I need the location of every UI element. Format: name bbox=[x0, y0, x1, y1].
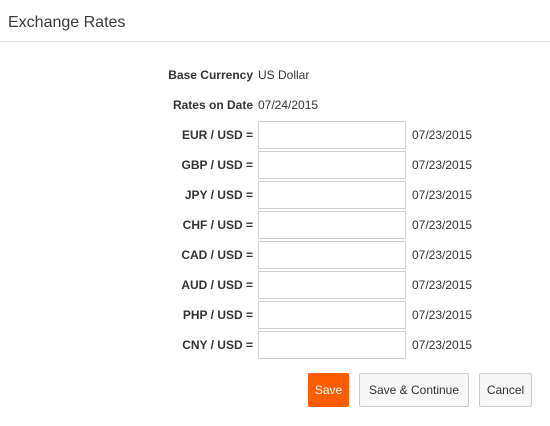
rate-row-jpy: JPY / USD = 07/23/2015 bbox=[0, 180, 550, 210]
rate-input-eur[interactable] bbox=[258, 121, 406, 149]
rate-input-cny[interactable] bbox=[258, 331, 406, 359]
rate-date-cad: 07/23/2015 bbox=[412, 248, 473, 262]
rate-label-cny: CNY / USD = bbox=[182, 338, 253, 352]
rate-input-cad[interactable] bbox=[258, 241, 406, 269]
rates-on-date-value: 07/24/2015 bbox=[258, 98, 319, 112]
rate-input-jpy[interactable] bbox=[258, 181, 406, 209]
rate-label-cad: CAD / USD = bbox=[181, 248, 253, 262]
rate-label-jpy: JPY / USD = bbox=[184, 188, 253, 202]
rate-date-cny: 07/23/2015 bbox=[412, 338, 473, 352]
rate-input-aud[interactable] bbox=[258, 271, 406, 299]
save-button[interactable]: Save bbox=[308, 373, 349, 407]
rate-input-chf[interactable] bbox=[258, 211, 406, 239]
rate-date-jpy: 07/23/2015 bbox=[412, 188, 473, 202]
rate-date-php: 07/23/2015 bbox=[412, 308, 473, 322]
rate-date-eur: 07/23/2015 bbox=[412, 128, 473, 142]
rate-label-eur: EUR / USD = bbox=[181, 128, 253, 142]
base-currency-value: US Dollar bbox=[258, 68, 310, 82]
save-and-continue-button[interactable]: Save & Continue bbox=[359, 373, 469, 407]
rate-date-gbp: 07/23/2015 bbox=[412, 158, 473, 172]
cancel-button[interactable]: Cancel bbox=[479, 373, 532, 407]
rate-row-cny: CNY / USD = 07/23/2015 bbox=[0, 330, 550, 360]
rate-row-eur: EUR / USD = 07/23/2015 bbox=[0, 120, 550, 150]
title-divider bbox=[0, 41, 550, 42]
rate-date-aud: 07/23/2015 bbox=[412, 278, 473, 292]
rate-row-aud: AUD / USD = 07/23/2015 bbox=[0, 270, 550, 300]
rates-on-date-row: Rates on Date 07/24/2015 bbox=[0, 90, 550, 120]
rate-input-gbp[interactable] bbox=[258, 151, 406, 179]
page-title: Exchange Rates bbox=[8, 14, 126, 31]
rates-on-date-label: Rates on Date bbox=[172, 98, 253, 112]
rate-row-cad: CAD / USD = 07/23/2015 bbox=[0, 240, 550, 270]
rate-date-chf: 07/23/2015 bbox=[412, 218, 473, 232]
base-currency-row: Base Currency US Dollar bbox=[0, 60, 550, 90]
base-currency-label: Base Currency bbox=[168, 68, 253, 82]
rate-label-gbp: GBP / USD = bbox=[181, 158, 253, 172]
rate-row-chf: CHF / USD = 07/23/2015 bbox=[0, 210, 550, 240]
rate-input-php[interactable] bbox=[258, 301, 406, 329]
rate-label-chf: CHF / USD = bbox=[182, 218, 253, 232]
rate-row-php: PHP / USD = 07/23/2015 bbox=[0, 300, 550, 330]
rate-row-gbp: GBP / USD = 07/23/2015 bbox=[0, 150, 550, 180]
rate-label-aud: AUD / USD = bbox=[181, 278, 253, 292]
rate-label-php: PHP / USD = bbox=[182, 308, 253, 322]
